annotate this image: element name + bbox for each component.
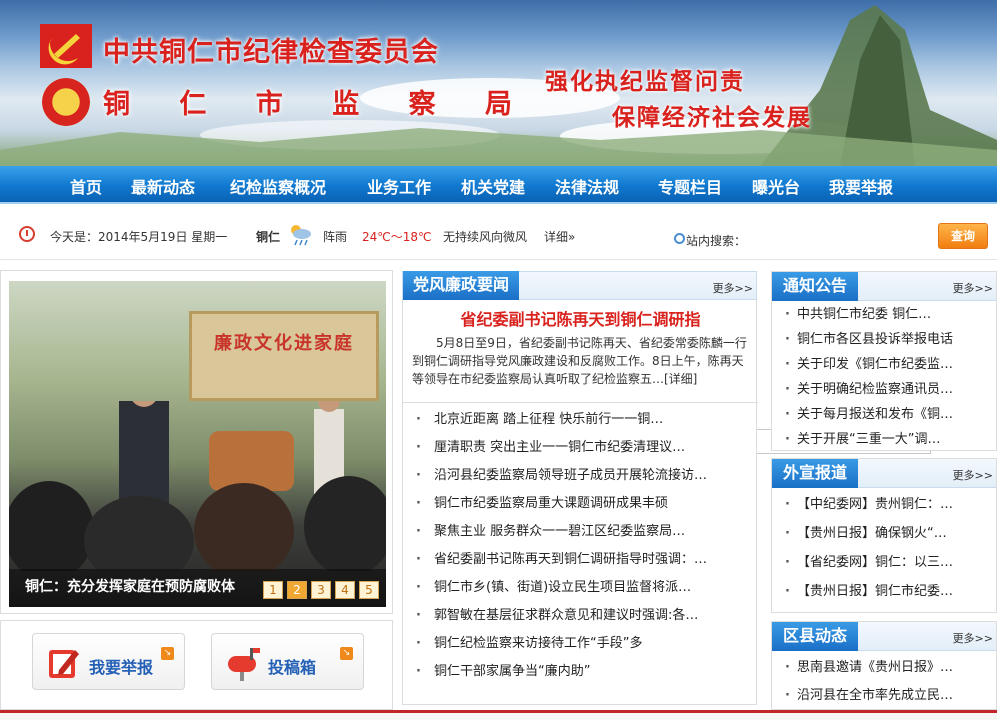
list-item[interactable]: 沿河县纪委监察局领导班子成员开展轮流接访…	[416, 465, 751, 493]
nav-item-report[interactable]: 我要举报	[829, 174, 893, 198]
photo-slideshow-box: 廉政文化进家庭 铜仁：充分发挥家庭在预防腐败体 1 2 3 4 5	[0, 270, 393, 614]
list-item[interactable]: 北京近距离 踏上征程 快乐前行一一铜…	[416, 409, 751, 437]
nav-item-home[interactable]: 首页	[70, 174, 102, 198]
notices-title[interactable]: 通知公告	[772, 272, 859, 301]
arrow-icon: ↘	[340, 647, 353, 660]
nav-item-overview[interactable]: 纪检监察概况	[230, 174, 326, 198]
list-item[interactable]: 【贵州日报】确保钢火“…	[785, 523, 996, 552]
nav-item-latest[interactable]: 最新动态	[131, 174, 195, 198]
submit-box-button[interactable]: 投稿箱 ↘	[211, 633, 364, 690]
slideshow-page-4[interactable]: 4	[335, 581, 355, 599]
county-news-list: 思南县邀请《贵州日报》… 沿河县在全市率先成立民…	[772, 651, 996, 713]
party-news-more-link[interactable]: 更多>>	[713, 280, 753, 296]
party-news-panel: 省纪委副书记陈再天到铜仁调研指 5月8日至9日，省纪委副书记陈再天、省纪委常委陈…	[402, 300, 758, 705]
weather-wind: 无持续风向微风	[443, 230, 528, 244]
info-bar: 今天是：2014年5月19日 星期一 铜仁 阵雨 24℃～18℃ 无持续风向微风…	[0, 206, 997, 454]
external-reports-list: 【中纪委网】贵州铜仁：… 【贵州日报】确保钢火“… 【省纪委网】铜仁：以三… 【…	[772, 488, 996, 610]
external-reports-title[interactable]: 外宣报道	[772, 459, 859, 488]
search-button[interactable]: 查询	[938, 223, 988, 249]
slideshow-page-5[interactable]: 5	[359, 581, 379, 599]
list-item[interactable]: 【贵州日报】铜仁市纪委…	[785, 581, 996, 610]
photo-signboard	[189, 311, 379, 401]
clock-icon	[19, 226, 35, 242]
external-reports-more-link[interactable]: 更多>>	[953, 467, 993, 483]
list-item[interactable]: 中共铜仁市纪委 铜仁…	[785, 304, 996, 329]
nav-item-exposure[interactable]: 曝光台	[752, 174, 800, 198]
list-item[interactable]: 铜仁市乡(镇、街道)设立民生项目监督将派…	[416, 577, 751, 605]
mailbox-icon	[228, 648, 260, 681]
report-button[interactable]: 我要举报 ↘	[32, 633, 185, 690]
header-title-bureau: 铜 仁 市 监 察 局	[103, 89, 532, 120]
report-button-label: 我要举报	[89, 658, 154, 677]
notices-more-link[interactable]: 更多>>	[953, 280, 993, 296]
weather-temperature: 24℃～18℃	[362, 230, 432, 244]
notices-panel: 通知公告 更多>> 中共铜仁市纪委 铜仁… 铜仁市各区县投诉举报电话 关于印发《…	[771, 271, 997, 451]
header-slogan-line2: 保障经济社会发展	[612, 104, 812, 131]
submit-box-label: 投稿箱	[268, 658, 317, 677]
list-item[interactable]: 关于明确纪检监察通讯员…	[785, 379, 996, 404]
party-news-list: 北京近距离 踏上征程 快乐前行一一铜… 厘清职责 突出主业一一铜仁市纪委清理议……	[416, 409, 751, 689]
slideshow-page-1[interactable]: 1	[263, 581, 283, 599]
slideshow-page-3[interactable]: 3	[311, 581, 331, 599]
pen-paper-icon	[49, 650, 79, 678]
nav-item-business[interactable]: 业务工作	[367, 174, 431, 198]
external-reports-header: 外宣报道 更多>>	[772, 459, 996, 488]
slideshow-pager: 1 2 3 4 5	[263, 581, 379, 599]
list-item[interactable]: 铜仁纪检监察来访接待工作“手段”多	[416, 633, 751, 661]
slideshow-caption[interactable]: 铜仁：充分发挥家庭在预防腐败体	[25, 576, 235, 596]
list-item[interactable]: 铜仁市各区县投诉举报电话	[785, 329, 996, 354]
list-item[interactable]: 铜仁干部家属争当“廉内助”	[416, 661, 751, 689]
search-label: 站内搜索：	[686, 234, 747, 248]
weather-detail-link[interactable]: 详细»	[544, 228, 575, 245]
external-reports-panel: 外宣报道 更多>> 【中纪委网】贵州铜仁：… 【贵州日报】确保钢火“… 【省纪委…	[771, 458, 997, 613]
nav-item-party-building[interactable]: 机关党建	[461, 174, 525, 198]
list-item[interactable]: 省纪委副书记陈再天到铜仁调研指导时强调：…	[416, 549, 751, 577]
slideshow-page-2[interactable]: 2	[287, 581, 307, 599]
nav-item-laws[interactable]: 法律法规	[555, 174, 619, 198]
current-date: 今天是：2014年5月19日 星期一	[50, 230, 228, 244]
list-item[interactable]: 郭智敏在基层征求群众意见和建议时强调:各…	[416, 605, 751, 633]
divider	[403, 402, 758, 403]
header-title-cpc: 中共铜仁市纪律检查委员会	[103, 37, 439, 68]
quick-actions-box: 我要举报 ↘ 投稿箱 ↘	[0, 620, 393, 710]
header-banner: 中共铜仁市纪律检查委员会 铜 仁 市 监 察 局 强化执纪监督问责 保障经济社会…	[0, 0, 997, 166]
list-item[interactable]: 【中纪委网】贵州铜仁：…	[785, 494, 996, 523]
header-slogan-line1: 强化执纪监督问责	[545, 68, 745, 95]
party-news-summary[interactable]: 5月8日至9日，省纪委副书记陈再天、省纪委常委陈麟一行到铜仁调研指导党风廉政建设…	[412, 334, 752, 388]
list-item[interactable]: 聚焦主业 服务群众一一碧江区纪委监察局…	[416, 521, 751, 549]
search-icon	[674, 233, 685, 244]
county-news-header: 区县动态 更多>>	[772, 622, 996, 651]
notices-header: 通知公告 更多>>	[772, 272, 996, 301]
nav-item-topics[interactable]: 专题栏目	[658, 174, 722, 198]
weather-condition: 阵雨	[323, 230, 348, 244]
list-item[interactable]: 沿河县在全市率先成立民…	[785, 685, 996, 713]
rain-cloud-icon	[291, 225, 311, 246]
party-news-headline[interactable]: 省纪委副书记陈再天到铜仁调研指	[403, 306, 758, 330]
party-news-header: 党风廉政要闻 更多>>	[402, 271, 757, 300]
list-item[interactable]: 关于每月报送和发布《铜…	[785, 404, 996, 429]
weather-city: 铜仁	[256, 230, 281, 244]
party-news-title[interactable]: 党风廉政要闻	[403, 271, 520, 300]
list-item[interactable]: 厘清职责 突出主业一一铜仁市纪委清理议…	[416, 437, 751, 465]
arrow-icon: ↘	[161, 647, 174, 660]
list-item[interactable]: 【省纪委网】铜仁：以三…	[785, 552, 996, 581]
national-emblem-icon	[42, 78, 90, 126]
list-item[interactable]: 关于印发《铜仁市纪委监…	[785, 354, 996, 379]
list-item[interactable]: 铜仁市纪委监察局重大课题调研成果丰硕	[416, 493, 751, 521]
list-item[interactable]: 关于开展“三重一大”调…	[785, 429, 996, 454]
county-news-more-link[interactable]: 更多>>	[953, 630, 993, 646]
main-nav: 首页 最新动态 纪检监察概况 业务工作 机关党建 法律法规 专题栏目 曝光台 我…	[0, 166, 997, 204]
list-item[interactable]: 思南县邀请《贵州日报》…	[785, 657, 996, 685]
photo-signboard-text: 廉政文化进家庭	[214, 333, 354, 354]
photo-people-silhouettes	[9, 401, 386, 571]
county-news-title[interactable]: 区县动态	[772, 622, 859, 651]
party-emblem-icon	[40, 24, 92, 68]
footer-divider	[0, 710, 997, 720]
slideshow-photo[interactable]: 廉政文化进家庭 铜仁：充分发挥家庭在预防腐败体 1 2 3 4 5	[9, 281, 386, 607]
county-news-panel: 区县动态 更多>> 思南县邀请《贵州日报》… 沿河县在全市率先成立民…	[771, 621, 997, 710]
notices-list: 中共铜仁市纪委 铜仁… 铜仁市各区县投诉举报电话 关于印发《铜仁市纪委监… 关于…	[772, 301, 996, 454]
